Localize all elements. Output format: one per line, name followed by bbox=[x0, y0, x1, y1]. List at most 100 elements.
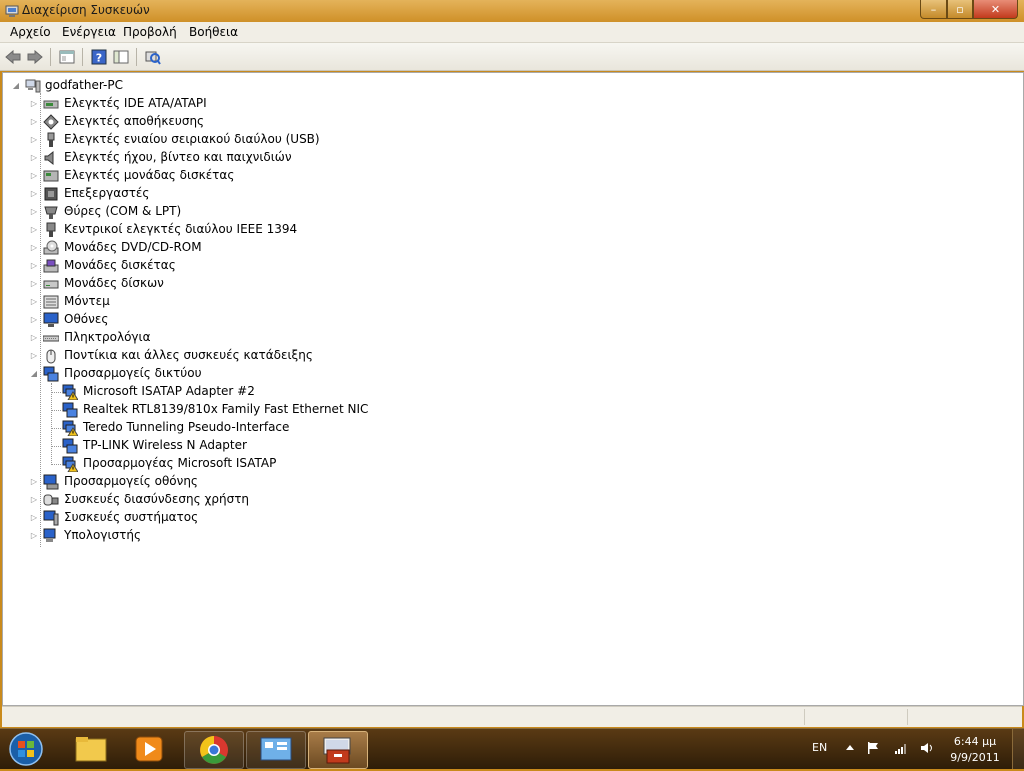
device-item[interactable]: TP-LINK Wireless N Adapter bbox=[3, 437, 1003, 455]
expand-expander[interactable]: ▷ bbox=[29, 494, 39, 506]
maximize-button[interactable]: ▫ bbox=[947, 0, 973, 19]
minimize-button[interactable]: – bbox=[920, 0, 947, 19]
taskbar-explorer[interactable] bbox=[62, 731, 120, 767]
close-button[interactable]: ✕ bbox=[973, 0, 1018, 19]
menu-view[interactable]: Προβολή bbox=[123, 25, 177, 39]
menu-help[interactable]: Βοήθεια bbox=[189, 25, 238, 39]
device-label: TP-LINK Wireless N Adapter bbox=[83, 438, 247, 452]
taskbar-control-panel[interactable] bbox=[246, 731, 306, 769]
tree-category[interactable]: ▷ Ελεγκτές ενιαίου σειριακού διαύλου (US… bbox=[3, 131, 1003, 149]
expand-expander[interactable]: ▷ bbox=[29, 98, 39, 110]
expand-expander[interactable]: ▷ bbox=[29, 332, 39, 344]
expand-expander[interactable]: ▷ bbox=[29, 278, 39, 290]
ide-controller-icon bbox=[43, 100, 59, 109]
expand-expander[interactable]: ▷ bbox=[29, 476, 39, 488]
network-signal-icon[interactable] bbox=[894, 741, 908, 755]
show-desktop-button[interactable] bbox=[1012, 729, 1024, 769]
toolbar-separator bbox=[82, 48, 83, 66]
tree-category[interactable]: ▷ Κεντρικοί ελεγκτές διαύλου IEEE 1394 bbox=[3, 221, 1003, 239]
expand-expander[interactable]: ▷ bbox=[29, 260, 39, 272]
network-adapter-icon bbox=[43, 366, 59, 382]
tree-category[interactable]: ▷ Προσαρμογείς οθόνης bbox=[3, 473, 1003, 491]
start-orb[interactable] bbox=[6, 731, 46, 767]
collapse-expander[interactable]: ◢ bbox=[29, 368, 39, 380]
expand-expander[interactable]: ▷ bbox=[29, 512, 39, 524]
tree-category[interactable]: ▷ Μόντεμ bbox=[3, 293, 1003, 311]
category-label: Συσκευές διασύνδεσης χρήστη bbox=[64, 492, 250, 506]
menu-action[interactable]: Ενέργεια bbox=[62, 25, 116, 39]
tree-category[interactable]: ▷ Οθόνες bbox=[3, 311, 1003, 329]
scan-hardware-icon[interactable] bbox=[144, 48, 162, 66]
media-player-icon bbox=[135, 736, 163, 762]
expand-expander[interactable]: ▷ bbox=[29, 134, 39, 146]
device-item[interactable]: Realtek RTL8139/810x Family Fast Etherne… bbox=[3, 401, 1003, 419]
action-center-flag-icon[interactable] bbox=[866, 741, 880, 755]
device-label: Teredo Tunneling Pseudo-Interface bbox=[83, 420, 290, 434]
taskbar-device-manager[interactable] bbox=[308, 731, 368, 769]
tree-category[interactable]: ▷ Υπολογιστής bbox=[3, 527, 1003, 545]
category-label: Ελεγκτές ενιαίου σειριακού διαύλου (USB) bbox=[64, 132, 320, 146]
expand-expander[interactable]: ▷ bbox=[29, 350, 39, 362]
tree-category[interactable]: ▷ Ποντίκια και άλλες συσκευές κατάδειξης bbox=[3, 347, 1003, 365]
forward-arrow-icon[interactable] bbox=[26, 48, 44, 66]
expand-expander[interactable]: ▷ bbox=[29, 170, 39, 182]
category-label: Ελεγκτές αποθήκευσης bbox=[64, 114, 205, 128]
expand-expander[interactable]: ▷ bbox=[29, 206, 39, 218]
clock-time[interactable]: 6:44 μμ bbox=[950, 735, 1000, 748]
system-devices-icon bbox=[43, 510, 59, 526]
clock-date[interactable]: 9/9/2011 bbox=[948, 751, 1002, 764]
floppy-controller-icon bbox=[43, 170, 59, 182]
help-icon[interactable]: ? bbox=[90, 48, 108, 66]
tree-root[interactable]: ◢ godfather-PC bbox=[3, 77, 1003, 95]
dvd-drive-icon bbox=[43, 240, 59, 255]
show-hidden-icons-icon[interactable] bbox=[843, 741, 857, 755]
tree-category[interactable]: ▷ Συσκευές διασύνδεσης χρήστη bbox=[3, 491, 1003, 509]
tree-category[interactable]: ▷ Ελεγκτές IDE ATA/ATAPI bbox=[3, 95, 1003, 113]
collapse-expander[interactable]: ◢ bbox=[11, 80, 21, 92]
menu-file[interactable]: Αρχείο bbox=[10, 25, 51, 39]
tree-category[interactable]: ▷ Θύρες (COM & LPT) bbox=[3, 203, 1003, 221]
control-panel-icon bbox=[260, 737, 292, 761]
tree-category[interactable]: ▷ Μονάδες DVD/CD-ROM bbox=[3, 239, 1003, 257]
tree-category[interactable]: ▷ Επεξεργαστές bbox=[3, 185, 1003, 203]
expand-expander[interactable]: ▷ bbox=[29, 296, 39, 308]
toolbar: ? bbox=[0, 43, 1024, 71]
expand-expander[interactable]: ▷ bbox=[29, 188, 39, 200]
tree-category[interactable]: ▷ Ελεγκτές μονάδας δισκέτας bbox=[3, 167, 1003, 185]
volume-icon[interactable] bbox=[920, 741, 934, 755]
taskbar-chrome[interactable] bbox=[184, 731, 244, 769]
tree-category[interactable]: ▷ Μονάδες δίσκων bbox=[3, 275, 1003, 293]
tree-category[interactable]: ▷ Ελεγκτές ήχου, βίντεο και παιχνιδιών bbox=[3, 149, 1003, 167]
device-item[interactable]: Teredo Tunneling Pseudo-Interface bbox=[3, 419, 1003, 437]
expand-expander[interactable]: ▷ bbox=[29, 116, 39, 128]
status-bar bbox=[2, 706, 1022, 727]
title-bar[interactable]: Διαχείριση Συσκευών – ▫ ✕ bbox=[0, 0, 1024, 22]
device-tree[interactable]: ◢ godfather-PC ▷ Ελεγκτές IDE ATA/ATAPI … bbox=[2, 72, 1024, 706]
expand-expander[interactable]: ▷ bbox=[29, 314, 39, 326]
status-divider bbox=[804, 709, 805, 725]
expand-expander[interactable]: ▷ bbox=[29, 530, 39, 542]
category-label: Μονάδες δίσκων bbox=[64, 276, 164, 290]
device-item[interactable]: Προσαρμογέας Microsoft ISATAP bbox=[3, 455, 1003, 473]
expand-expander[interactable]: ▷ bbox=[29, 242, 39, 254]
processor-icon bbox=[44, 187, 58, 201]
category-label: Προσαρμογείς οθόνης bbox=[64, 474, 198, 488]
tree-category[interactable]: ▷ Συσκευές συστήματος bbox=[3, 509, 1003, 527]
tree-category[interactable]: ▷ Μονάδες δισκέτας bbox=[3, 257, 1003, 275]
taskbar: EN 6:44 μμ 9/9/2011 bbox=[0, 728, 1024, 769]
device-label: Microsoft ISATAP Adapter #2 bbox=[83, 384, 255, 398]
properties-icon[interactable] bbox=[58, 48, 76, 66]
expand-expander[interactable]: ▷ bbox=[29, 152, 39, 164]
language-indicator[interactable]: EN bbox=[812, 741, 827, 754]
tree-category[interactable]: ▷ Ελεγκτές αποθήκευσης bbox=[3, 113, 1003, 131]
console-tree-icon[interactable] bbox=[112, 48, 130, 66]
taskbar-media-player[interactable] bbox=[120, 731, 178, 767]
network-adapter-icon bbox=[62, 438, 78, 454]
tree-category-network-adapters[interactable]: ◢ Προσαρμογείς δικτύου bbox=[3, 365, 1003, 383]
back-arrow-icon[interactable] bbox=[4, 48, 22, 66]
device-item[interactable]: Microsoft ISATAP Adapter #2 bbox=[3, 383, 1003, 401]
menu-bar: Αρχείο Ενέργεια Προβολή Βοήθεια bbox=[0, 22, 1024, 43]
tree-category[interactable]: ▷ Πληκτρολόγια bbox=[3, 329, 1003, 347]
expand-expander[interactable]: ▷ bbox=[29, 224, 39, 236]
category-label: Ελεγκτές μονάδας δισκέτας bbox=[64, 168, 235, 182]
